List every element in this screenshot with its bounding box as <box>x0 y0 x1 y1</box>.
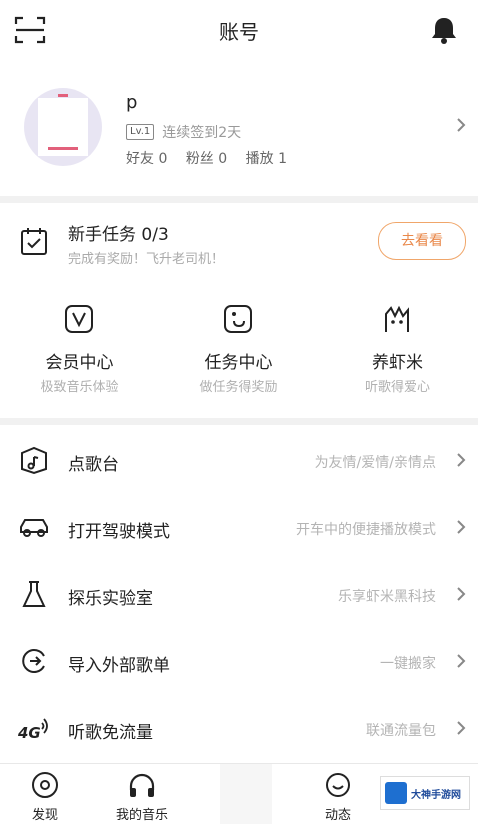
grid-item-tasks[interactable]: 任务中心 做任务得奖励 <box>159 290 318 410</box>
import-icon <box>22 649 45 673</box>
chevron-right-icon <box>457 118 466 132</box>
divider <box>0 196 478 203</box>
grid-label: 任务中心 <box>204 353 273 373</box>
menu-item-free-data[interactable]: 4G 听歌免流量 联通流量包 <box>0 694 478 761</box>
tab-moments[interactable]: 动态 <box>293 764 383 824</box>
vip-icon <box>65 305 93 333</box>
tab-label: 发现 <box>31 808 58 823</box>
grid-item-vip[interactable]: 会员中心 极致音乐体验 <box>0 290 159 410</box>
profile-card[interactable]: p Lv.1 连续签到2天 好友 0 粉丝 0 播放 1 <box>0 58 478 196</box>
menu-sub: 乐享虾米黑科技 <box>338 589 436 605</box>
menu-label: 探乐实验室 <box>68 589 153 609</box>
top-bar: 账号 <box>0 0 478 59</box>
menu-sub: 为友情/爱情/亲情点 <box>314 455 436 471</box>
menu-label: 点歌台 <box>68 455 119 475</box>
chevron-right-icon <box>457 721 466 735</box>
user-stats: 好友 0 粉丝 0 播放 1 <box>126 148 301 168</box>
newbie-task[interactable]: 新手任务 0/3 完成有奖励！飞升老司机！ 去看看 <box>0 204 478 284</box>
tab-placeholder <box>220 764 272 824</box>
friends-count[interactable]: 好友 0 <box>126 151 167 167</box>
music-box-icon <box>21 446 47 475</box>
menu-item-import-playlist[interactable]: 导入外部歌单 一键搬家 <box>0 627 478 694</box>
chevron-right-icon <box>457 654 466 668</box>
menu-label: 导入外部歌单 <box>68 656 170 676</box>
task-go-button[interactable]: 去看看 <box>378 222 466 260</box>
feature-grid: 会员中心 极致音乐体验 任务中心 做任务得奖励 养虾米 听歌得爱心 <box>0 290 478 410</box>
chevron-right-icon <box>457 587 466 601</box>
grid-item-shrimp[interactable]: 养虾米 听歌得爱心 <box>318 290 477 410</box>
menu-item-lab[interactable]: 探乐实验室 乐享虾米黑科技 <box>0 560 478 627</box>
watermark: 大神手游网 <box>380 776 470 810</box>
discover-icon <box>32 772 58 798</box>
menu-label: 打开驾驶模式 <box>68 522 170 542</box>
avatar[interactable] <box>24 88 102 166</box>
grid-label: 养虾米 <box>372 353 423 373</box>
fans-count[interactable]: 粉丝 0 <box>186 151 227 167</box>
4g-signal-icon: 4G <box>18 718 48 742</box>
grid-sub: 做任务得奖励 <box>199 380 278 395</box>
svg-text:4G: 4G <box>18 724 41 742</box>
menu-item-driving-mode[interactable]: 打开驾驶模式 开车中的便捷播放模式 <box>0 493 478 560</box>
task-title: 新手任务 0/3 <box>68 225 169 245</box>
watermark-text: 大神手游网 <box>411 789 461 801</box>
grid-sub: 极致音乐体验 <box>40 380 119 395</box>
chevron-right-icon <box>457 453 466 467</box>
watermark-logo-icon <box>385 782 407 804</box>
tab-label: 动态 <box>324 808 351 823</box>
tab-discover[interactable]: 发现 <box>0 764 90 824</box>
moments-icon <box>326 773 350 797</box>
calendar-check-icon <box>21 228 47 255</box>
level-badge: Lv.1 <box>126 124 155 140</box>
car-icon <box>20 519 48 537</box>
tab-my-music[interactable]: 我的音乐 <box>97 764 187 824</box>
divider <box>0 418 478 425</box>
bell-icon[interactable] <box>426 12 462 48</box>
menu-item-song-request[interactable]: 点歌台 为友情/爱情/亲情点 <box>0 426 478 493</box>
task-subtitle: 完成有奖励！飞升老司机！ <box>68 252 225 267</box>
plays-count[interactable]: 播放 1 <box>246 151 287 167</box>
checkin-streak: 连续签到2天 <box>162 125 242 141</box>
menu-sub: 一键搬家 <box>380 656 436 672</box>
shrimp-icon <box>385 305 409 332</box>
chevron-right-icon <box>457 520 466 534</box>
headphones-icon <box>129 773 155 797</box>
menu-sub: 联通流量包 <box>366 723 436 739</box>
page-title: 账号 <box>219 20 259 44</box>
tab-label: 我的音乐 <box>115 808 168 823</box>
grid-sub: 听歌得爱心 <box>364 380 430 395</box>
flask-icon <box>22 581 46 607</box>
grid-label: 会员中心 <box>45 353 114 373</box>
username: p <box>126 92 138 113</box>
level-row: Lv.1 连续签到2天 <box>126 122 241 142</box>
menu-sub: 开车中的便捷播放模式 <box>296 522 436 538</box>
menu-label: 听歌免流量 <box>68 723 153 743</box>
task-dice-icon <box>224 305 252 333</box>
